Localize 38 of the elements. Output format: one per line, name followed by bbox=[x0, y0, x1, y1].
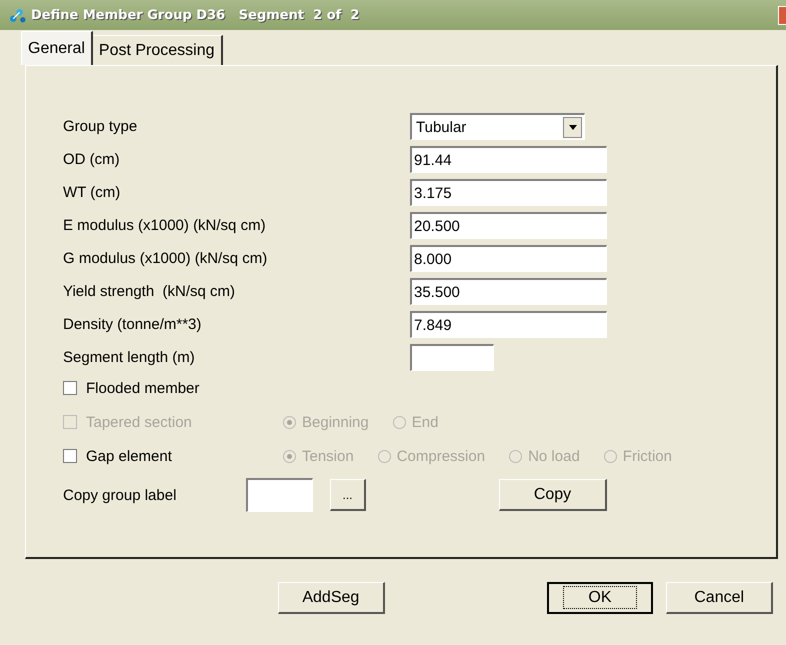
dialog-button[interactable]: OK bbox=[546, 582, 654, 614]
field-label: OD (cm) bbox=[63, 151, 121, 168]
checkbox[interactable] bbox=[63, 449, 77, 463]
input-field[interactable]: 20.500 bbox=[410, 212, 607, 239]
radio-label: Compression bbox=[396, 448, 486, 464]
radio-label: No load bbox=[528, 448, 580, 464]
checkbox[interactable] bbox=[63, 381, 77, 395]
input-field[interactable]: 8.000 bbox=[410, 245, 607, 272]
field-label: Group type bbox=[63, 118, 138, 135]
input-field[interactable]: 35.500 bbox=[410, 278, 607, 305]
input-field[interactable]: 91.44 bbox=[410, 146, 607, 173]
group-type-dropdown[interactable]: Tubular bbox=[410, 113, 585, 140]
field-label: Copy group label bbox=[63, 486, 178, 504]
checkbox-label: Gap element bbox=[86, 448, 173, 464]
copy-button[interactable]: Copy bbox=[499, 479, 607, 511]
field-label: Density (tonne/m**3) bbox=[63, 316, 202, 333]
tab[interactable]: Post Processing bbox=[92, 35, 223, 65]
field-label: E modulus (x1000) (kN/sq cm) bbox=[63, 217, 267, 234]
radio-label: Tension bbox=[302, 448, 354, 464]
browse-button[interactable]: ... bbox=[330, 479, 366, 511]
tab[interactable]: General bbox=[21, 31, 93, 65]
radio-label: Beginning bbox=[302, 414, 369, 430]
dialog-button[interactable]: AddSeg bbox=[278, 582, 385, 614]
field-label: Segment length (m) bbox=[63, 349, 196, 366]
input-field[interactable]: 3.175 bbox=[410, 179, 607, 206]
field-label: Yield strength (kN/sq cm) bbox=[63, 283, 236, 300]
input-field[interactable] bbox=[410, 344, 494, 371]
field-label: G modulus (x1000) (kN/sq cm) bbox=[63, 250, 268, 267]
radio-label: Friction bbox=[622, 448, 672, 464]
dialog-button[interactable]: Cancel bbox=[666, 582, 773, 614]
molecule-icon bbox=[9, 6, 26, 24]
checkbox-label: Flooded member bbox=[86, 380, 200, 396]
radio-label: End bbox=[412, 414, 438, 430]
checkbox-label: Tapered section bbox=[86, 414, 193, 430]
input-field[interactable]: 7.849 bbox=[410, 311, 607, 338]
window-title: Define Member Group D36 Segment 2 of 2 bbox=[31, 8, 360, 22]
input-field[interactable] bbox=[246, 478, 313, 512]
field-label: WT (cm) bbox=[63, 184, 122, 201]
